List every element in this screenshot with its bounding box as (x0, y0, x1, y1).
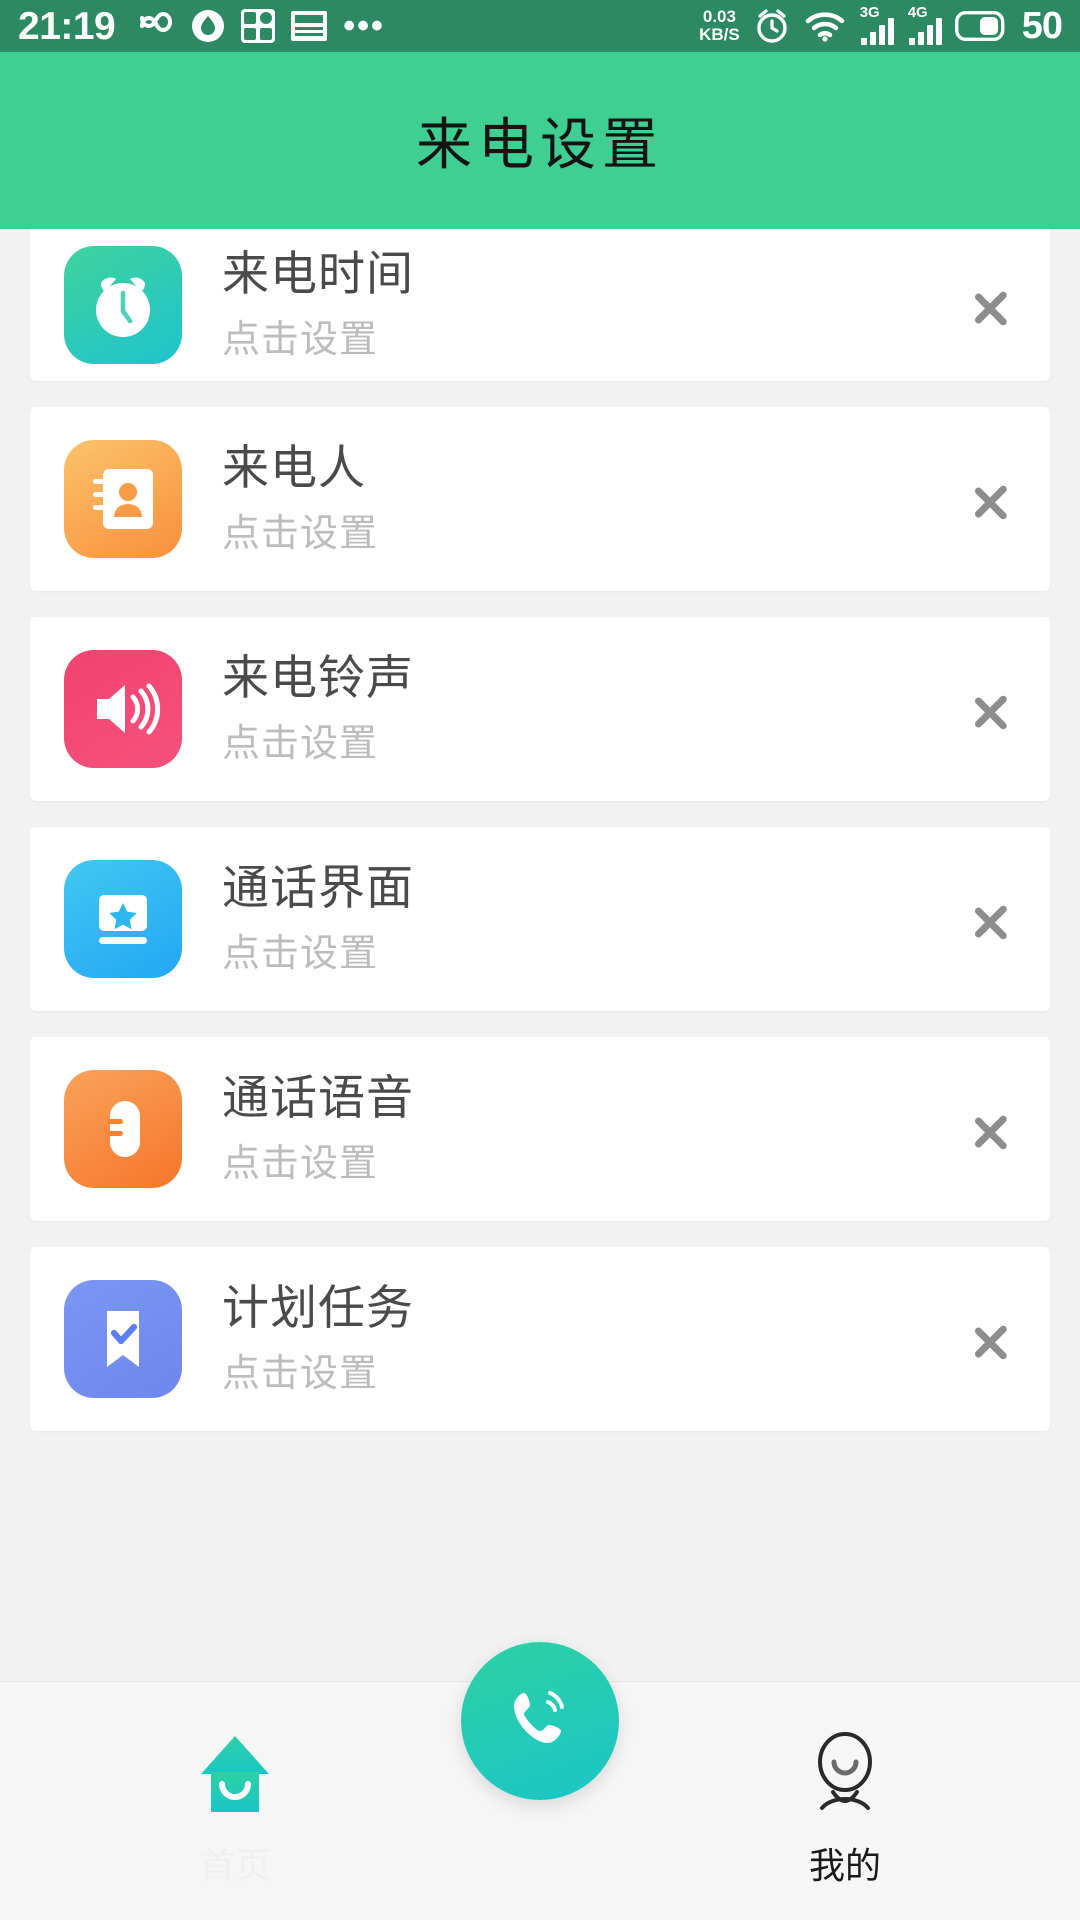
speaker-volume-icon (64, 650, 182, 768)
alarm-icon (753, 7, 791, 45)
network-speed-unit: KB/S (699, 25, 740, 44)
status-overflow-icon: ••• (343, 6, 385, 45)
list-item-subtitle: 点击设置 (222, 317, 379, 362)
status-bar-left: 21:19 ••• (18, 7, 385, 46)
list-item-scheduled-task[interactable]: 计划任务 点击设置 (30, 1247, 1050, 1431)
list-item-text: 通话语音 点击设置 (182, 1071, 970, 1187)
infinity-icon (131, 11, 175, 41)
signal-sim1: 3G (859, 4, 894, 45)
microphone-icon (64, 1070, 182, 1188)
list-item-call-ui[interactable]: 通话界面 点击设置 (30, 827, 1050, 1011)
phone-call-icon (498, 1677, 582, 1766)
list-item-subtitle: 点击设置 (222, 1351, 379, 1396)
news-icon (291, 11, 328, 41)
list-item-caller[interactable]: 来电人 点击设置 (30, 407, 1050, 591)
screen-star-icon (64, 860, 182, 978)
network-speed-value: 0.03 (702, 7, 736, 27)
signal-sim2: 4G (907, 4, 942, 45)
list-item-subtitle: 点击设置 (222, 721, 379, 766)
chevron-right-icon[interactable] (970, 267, 1016, 343)
list-item-subtitle: 点击设置 (222, 511, 379, 556)
alarm-clock-icon (64, 246, 182, 364)
chevron-right-icon[interactable] (970, 671, 1016, 747)
app-grid-icon (241, 9, 276, 43)
chevron-right-icon[interactable] (970, 1091, 1016, 1167)
tab-home[interactable]: 首页 (120, 1682, 350, 1889)
list-item-title: 通话界面 (222, 860, 414, 916)
home-icon (189, 1730, 281, 1823)
page-title: 来电设置 (416, 113, 664, 178)
wifi-icon (804, 10, 846, 42)
tab-mine[interactable]: 我的 (730, 1682, 960, 1889)
tab-mine-label: 我的 (808, 1846, 881, 1887)
list-item-text: 来电铃声 点击设置 (182, 651, 970, 767)
list-item-ringtone[interactable]: 来电铃声 点击设置 (30, 617, 1050, 801)
chevron-right-icon[interactable] (970, 461, 1016, 537)
list-item-title: 来电人 (222, 440, 366, 496)
battery-percent: 50 (1021, 4, 1063, 47)
list-item-call-time[interactable]: 来电时间 点击设置 (30, 229, 1050, 381)
status-clock: 21:19 (18, 4, 116, 48)
list-item-title: 计划任务 (222, 1280, 414, 1336)
battery-icon (954, 11, 1009, 41)
list-item-text: 计划任务 点击设置 (182, 1281, 970, 1397)
profile-icon (802, 1730, 888, 1823)
app-header: 来电设置 (0, 52, 1080, 229)
sim2-network-label: 4G (907, 4, 928, 21)
app-screen: 21:19 ••• 0.03 KB/S 3G 4G 50 来电设置 来电时间 点… (0, 0, 1080, 1920)
chevron-right-icon[interactable] (970, 881, 1016, 957)
list-item-subtitle: 点击设置 (222, 1141, 379, 1186)
chevron-right-icon[interactable] (970, 1301, 1016, 1377)
sim1-network-label: 3G (859, 4, 880, 21)
status-bar: 21:19 ••• 0.03 KB/S 3G 4G 50 (0, 0, 1080, 52)
list-item-call-voice[interactable]: 通话语音 点击设置 (30, 1037, 1050, 1221)
status-bar-right: 0.03 KB/S 3G 4G 50 (699, 4, 1063, 48)
network-speed: 0.03 KB/S (699, 8, 740, 44)
list-item-text: 来电人 点击设置 (182, 441, 970, 557)
list-item-text: 通话界面 点击设置 (182, 861, 970, 977)
list-item-title: 来电铃声 (222, 650, 414, 706)
tab-home-label: 首页 (198, 1846, 271, 1887)
bottom-nav: 首页 我的 (0, 1642, 1080, 1920)
contact-book-icon (64, 440, 182, 558)
list-item-subtitle: 点击设置 (222, 931, 379, 976)
bookmark-check-icon (64, 1280, 182, 1398)
list-item-text: 来电时间 点击设置 (182, 247, 970, 363)
settings-list[interactable]: 来电时间 点击设置 来电人 点击设置 来电铃声 点击设置 通话界面 点击设置 通… (0, 229, 1080, 1681)
list-item-title: 来电时间 (222, 246, 414, 302)
call-fab-button[interactable] (461, 1642, 619, 1800)
droplet-circle-icon (191, 9, 225, 43)
list-item-title: 通话语音 (222, 1070, 414, 1126)
